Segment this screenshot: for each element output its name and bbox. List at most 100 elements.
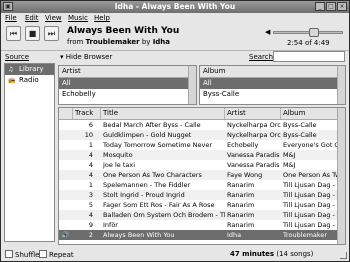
menu-edit[interactable]: Edit [25,14,39,22]
album-item[interactable]: All [200,78,345,89]
track-title: Fager Som Ett Ros - Fair As A Rose [103,201,215,209]
artist-header[interactable]: Artist [59,66,196,78]
shuffle-checkbox[interactable]: Shuffle [5,250,39,259]
search-input[interactable] [273,51,345,62]
repeat-checkbox[interactable]: Repeat [39,250,74,259]
status-column-header[interactable] [59,108,73,119]
track-artist: Vanessa Paradis [227,151,280,159]
track-album: M&J [283,161,296,169]
track-row[interactable]: 6 Bedal March After Byss - Calle Nyckelhar… [59,120,339,130]
track-artist: Ranarim [227,221,255,229]
menu-bar: File Edit View Music Help [1,13,349,24]
maximize-icon[interactable]: □ [326,2,336,11]
track-number: 1 [88,181,93,189]
previous-icon: ⏮ [9,29,18,38]
album-item[interactable]: Byss-Calle [200,89,345,100]
status-text: 47 minutes (14 songs) [230,250,314,258]
track-title: One Person As Two Characters [103,171,202,179]
artist-item[interactable]: Echobelly [59,89,196,100]
track-artist: Ranarim [227,191,255,199]
track-title: Today Tomorrow Sometime Never [103,141,213,149]
track-number: 6 [88,121,93,129]
stop-button[interactable]: ■ [25,26,40,41]
track-number: 4 [88,171,93,179]
album-browser: Album All Byss-Calle [199,65,346,105]
track-artist: Ranarim [227,181,255,189]
track-row[interactable]: 4 Joe le taxi Vanessa Paradis M&J [59,160,339,170]
source-item-library[interactable]: ♫ Library [5,64,54,75]
track-title: Always Been With You [103,231,175,239]
track-artist: Ranarim [227,211,255,219]
search-label: Search: [249,53,276,61]
title-bar[interactable]: ▣ Idha - Always Been With You _ □ × [1,1,349,13]
track-row[interactable]: 1 Today Tomorrow Sometime Never Echobelly E… [59,140,339,150]
album-header[interactable]: Album [200,66,345,78]
track-album: Till Ljusan Dag - Till [283,181,339,189]
track-row[interactable]: 🔊 2 Always Been With You Idha Troublemaker [59,230,339,240]
track-list: Track Title Artist Album 6 Bedal March Af… [58,107,346,245]
track-artist: Echobelly [227,141,259,149]
track-scrollbar[interactable] [337,108,345,244]
next-button[interactable]: ⏭ [44,26,59,41]
track-row[interactable]: 4 Mosquito Vanessa Paradis M&J [59,150,339,160]
track-artist: Ranarim [227,201,255,209]
track-number: 10 [84,131,93,139]
track-row[interactable]: 4 Balladen Om System Och Brodem - The Bal… [59,210,339,220]
track-number: 1 [88,141,93,149]
track-title: Joe le taxi [103,161,136,169]
track-row[interactable]: 4 One Person As Two Characters Faye Wong On… [59,170,339,180]
next-icon: ⏭ [47,29,56,38]
resize-grip[interactable] [340,252,347,259]
track-number: 4 [88,151,93,159]
window-title: Idha - Always Been With You [114,2,236,11]
track-row[interactable]: 3 Stolt Ingrid - Proud Ingrid Ranarim Till … [59,190,339,200]
menu-music[interactable]: Music [68,14,88,22]
menu-file[interactable]: File [5,14,17,22]
track-row[interactable]: 5 Fager Som Ett Ros - Fair As A Rose Ranar… [59,200,339,210]
track-album: Till Ljusan Dag - Till [283,211,339,219]
title-column-header[interactable]: Title [101,108,225,119]
track-row[interactable]: 10 Guldklimpen - Gold Nugget Nyckelharpa O… [59,130,339,140]
minimize-icon[interactable]: _ [315,2,325,11]
triangle-down-icon: ▾ [60,53,64,61]
menu-help[interactable]: Help [94,14,110,22]
track-column-header[interactable]: Track [73,108,101,119]
time-readout: 2:54 of 4:49 [287,39,330,47]
track-list-header: Track Title Artist Album [59,108,339,120]
artist-item[interactable]: All [59,78,196,89]
track-album: Till Ljusan Dag - Till [283,201,339,209]
track-album: One Person As Two [283,171,339,179]
track-artist: Nyckelharpa Orchestra [227,121,281,129]
stop-icon: ■ [28,29,37,38]
track-album: Till Ljusan Dag - Till [283,221,339,229]
track-row[interactable]: 1 Spelemannen - The Fiddler Ranarim Till Lj… [59,180,339,190]
volume-icon[interactable]: ◀ [265,28,270,36]
album-scrollbar[interactable] [337,66,345,104]
previous-button[interactable]: ⏮ [6,26,21,41]
close-icon[interactable]: × [337,2,347,11]
track-album: Byss-Calle [283,121,317,129]
playing-icon: 🔊 [61,231,70,239]
source-item-radio[interactable]: 📻 Radio [5,75,54,86]
artist-scrollbar[interactable] [188,66,196,104]
library-icon: ♫ [8,66,14,73]
track-artist: Idha [227,231,242,239]
track-album: Till Ljusan Dag - Till [283,191,339,199]
track-album: Byss-Calle [283,131,317,139]
radio-icon: 📻 [8,77,16,84]
track-row[interactable]: 9 Inför Ranarim Till Ljusan Dag - Till [59,220,339,230]
track-title: Stolt Ingrid - Proud Ingrid [103,191,185,199]
artist-column-header[interactable]: Artist [225,108,281,119]
seek-handle[interactable] [309,28,319,37]
hide-browser-toggle[interactable]: ▾ Hide Browser [60,53,112,61]
track-number: 9 [88,221,93,229]
seek-bar[interactable] [273,31,343,34]
track-title: Balladen Om System Och Brodem - The Ball… [103,211,225,219]
menu-view[interactable]: View [45,14,62,22]
now-playing-source: from Troublemaker by Idha [67,38,171,46]
now-playing-title: Always Been With You [67,26,180,36]
track-artist: Faye Wong [227,171,263,179]
album-column-header[interactable]: Album [281,108,339,119]
artist-browser: Artist All Echobelly [58,65,197,105]
track-title: Guldklimpen - Gold Nugget [103,131,192,139]
